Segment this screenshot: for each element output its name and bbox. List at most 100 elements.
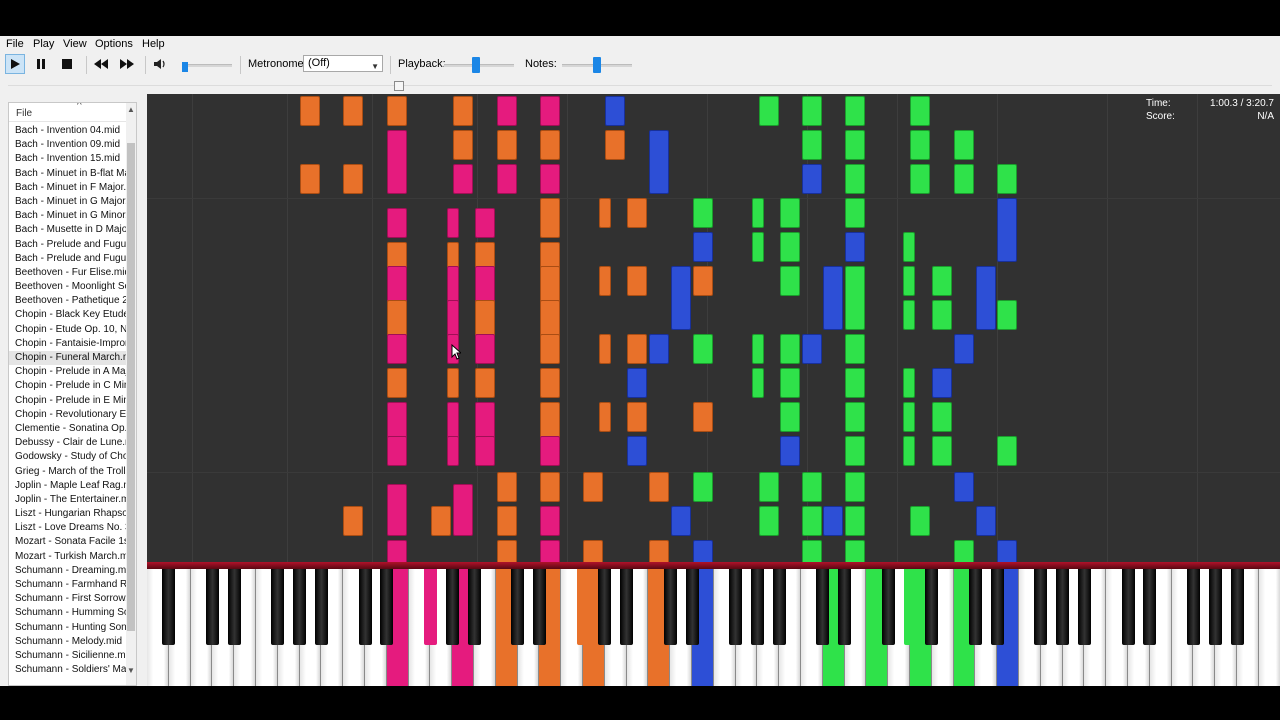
black-key[interactable] bbox=[205, 569, 219, 645]
file-list-item[interactable]: Chopin - Prelude in C Minor bbox=[9, 379, 128, 393]
file-list-item[interactable]: Godowsky - Study of Chop bbox=[9, 450, 128, 464]
file-list-item[interactable]: Clementie - Sonatina Op. 3 bbox=[9, 422, 128, 436]
falling-note bbox=[845, 198, 865, 228]
file-list-item[interactable]: Schumann - Sicilienne.mid bbox=[9, 649, 128, 663]
black-key[interactable] bbox=[423, 569, 437, 645]
black-key[interactable] bbox=[467, 569, 481, 645]
playback-slider-thumb[interactable] bbox=[471, 57, 480, 73]
menu-play[interactable]: Play bbox=[33, 37, 54, 51]
file-list-item[interactable]: Debussy - Clair de Lune.mi bbox=[9, 436, 128, 450]
black-key[interactable] bbox=[881, 569, 895, 645]
black-key[interactable] bbox=[903, 569, 917, 645]
black-key[interactable] bbox=[1056, 569, 1070, 645]
black-key[interactable] bbox=[1230, 569, 1244, 645]
menu-options[interactable]: Options bbox=[95, 37, 133, 51]
file-list-item[interactable]: Chopin - Prelude in A Majo bbox=[9, 365, 128, 379]
play-button[interactable] bbox=[5, 54, 25, 74]
volume-slider[interactable] bbox=[182, 64, 232, 67]
file-list-item[interactable]: Schumann - Soldiers' March bbox=[9, 663, 128, 677]
black-key[interactable] bbox=[1186, 569, 1200, 645]
file-list-item[interactable]: Chopin - Funeral March.mi bbox=[9, 351, 128, 366]
black-key[interactable] bbox=[729, 569, 743, 645]
black-key[interactable] bbox=[380, 569, 394, 645]
file-list-item[interactable]: Bach - Invention 04.mid bbox=[9, 124, 128, 138]
menu-file[interactable]: File bbox=[6, 37, 24, 51]
black-key[interactable] bbox=[663, 569, 677, 645]
file-list-item[interactable]: Schumann - Hunting Song. bbox=[9, 621, 128, 635]
file-list-item[interactable]: Schumann - Melody.mid bbox=[9, 635, 128, 649]
black-key[interactable] bbox=[925, 569, 939, 645]
black-key[interactable] bbox=[358, 569, 372, 645]
file-column-header[interactable]: File ^ bbox=[9, 103, 128, 122]
file-list-item[interactable]: Chopin - Etude Op. 10, No bbox=[9, 323, 128, 337]
file-list-item[interactable]: Chopin - Fantaisie-Improm bbox=[9, 337, 128, 351]
black-key[interactable] bbox=[685, 569, 699, 645]
black-key[interactable] bbox=[314, 569, 328, 645]
file-list-item[interactable]: Beethoven - Moonlight Sor bbox=[9, 280, 128, 294]
seek-thumb[interactable] bbox=[394, 81, 404, 91]
black-key[interactable] bbox=[620, 569, 634, 645]
menu-view[interactable]: View bbox=[63, 37, 87, 51]
file-list-item[interactable]: Joplin - The Entertainer.mi bbox=[9, 493, 128, 507]
rewind-button[interactable] bbox=[91, 54, 111, 74]
black-key[interactable] bbox=[1143, 569, 1157, 645]
file-list-item[interactable]: Liszt - Love Dreams No. 3. bbox=[9, 521, 128, 535]
seek-bar[interactable] bbox=[0, 80, 1280, 92]
file-list-item[interactable]: Schumann - Dreaming.mid bbox=[9, 564, 128, 578]
metronome-dropdown[interactable]: (Off) ▼ bbox=[303, 55, 383, 72]
black-key[interactable] bbox=[1208, 569, 1222, 645]
black-key[interactable] bbox=[227, 569, 241, 645]
black-key[interactable] bbox=[1121, 569, 1135, 645]
file-list-item[interactable]: Grieg - March of the Trolls. bbox=[9, 465, 128, 479]
black-key[interactable] bbox=[816, 569, 830, 645]
black-key[interactable] bbox=[968, 569, 982, 645]
file-list-item[interactable]: Chopin - Revolutionary Etu bbox=[9, 408, 128, 422]
stop-button[interactable] bbox=[57, 54, 77, 74]
file-list-item[interactable]: Bach - Minuet in G Minor.m bbox=[9, 209, 128, 223]
file-list-item[interactable]: Schumann - Humming Song bbox=[9, 606, 128, 620]
black-key[interactable] bbox=[1077, 569, 1091, 645]
file-list-item[interactable]: Bach - Prelude and Fugue i bbox=[9, 238, 128, 252]
black-key[interactable] bbox=[293, 569, 307, 645]
scroll-down-icon[interactable]: ▼ bbox=[127, 666, 135, 675]
scrollbar-thumb[interactable] bbox=[127, 143, 135, 631]
black-key[interactable] bbox=[271, 569, 285, 645]
file-list-item[interactable]: Schumann - Farmhand Rup bbox=[9, 578, 128, 592]
file-list-item[interactable]: Schumann - First Sorrow.m bbox=[9, 592, 128, 606]
black-key[interactable] bbox=[750, 569, 764, 645]
volume-button[interactable] bbox=[150, 54, 170, 74]
black-key[interactable] bbox=[511, 569, 525, 645]
file-list-item[interactable]: Chopin - Black Key Etude.n bbox=[9, 308, 128, 322]
file-list-item[interactable]: Bach - Minuet in F Major.m bbox=[9, 181, 128, 195]
file-list-item[interactable]: Chopin - Prelude in E Minor bbox=[9, 394, 128, 408]
file-list-item[interactable]: Bach - Invention 15.mid bbox=[9, 152, 128, 166]
file-list-item[interactable]: Mozart - Turkish March.mi bbox=[9, 550, 128, 564]
notes-slider-thumb[interactable] bbox=[593, 57, 601, 73]
black-key[interactable] bbox=[990, 569, 1004, 645]
file-list-item[interactable]: Bach - Prelude and Fugue i bbox=[9, 252, 128, 266]
black-key[interactable] bbox=[598, 569, 612, 645]
pause-button[interactable] bbox=[31, 54, 51, 74]
file-list-scrollbar[interactable]: ▲ ▼ bbox=[126, 103, 136, 685]
file-list-item[interactable]: Mozart - Sonata Facile 1st bbox=[9, 535, 128, 549]
piano-keyboard[interactable] bbox=[147, 562, 1280, 686]
file-list-item[interactable]: Joplin - Maple Leaf Rag.mi bbox=[9, 479, 128, 493]
file-list-item[interactable]: Bach - Minuet in B-flat Maj bbox=[9, 167, 128, 181]
black-key[interactable] bbox=[576, 569, 590, 645]
scroll-up-icon[interactable]: ▲ bbox=[127, 105, 135, 114]
file-list-item[interactable]: Beethoven - Pathetique 2r bbox=[9, 294, 128, 308]
file-list-item[interactable]: Bach - Invention 09.mid bbox=[9, 138, 128, 152]
file-list-item[interactable]: Bach - Musette in D Major. bbox=[9, 223, 128, 237]
menu-help[interactable]: Help bbox=[142, 37, 165, 51]
black-key[interactable] bbox=[772, 569, 786, 645]
file-list-item[interactable]: Liszt - Hungarian Rhapsody bbox=[9, 507, 128, 521]
black-key[interactable] bbox=[162, 569, 176, 645]
forward-button[interactable] bbox=[117, 54, 137, 74]
black-key[interactable] bbox=[838, 569, 852, 645]
menu-bar: File Play View Options Help bbox=[0, 36, 1280, 52]
black-key[interactable] bbox=[445, 569, 459, 645]
black-key[interactable] bbox=[1034, 569, 1048, 645]
file-list-item[interactable]: Beethoven - Fur Elise.mid bbox=[9, 266, 128, 280]
black-key[interactable] bbox=[532, 569, 546, 645]
file-list-item[interactable]: Bach - Minuet in G Major.m bbox=[9, 195, 128, 209]
